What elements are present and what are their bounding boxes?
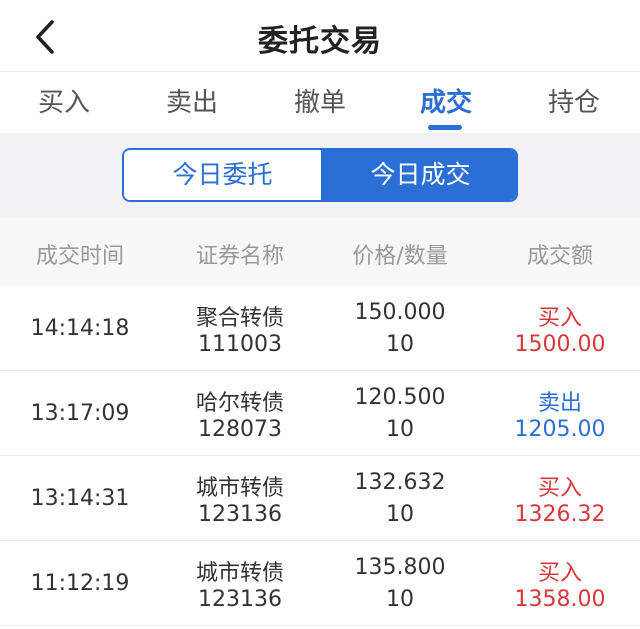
row-side: 买入 [537, 306, 582, 331]
page-title: 委托交易 [258, 24, 382, 59]
row-security-code: 128073 [198, 417, 282, 442]
trade-tabs: 买入 卖出 撤单 成交 持仓 [0, 73, 640, 133]
row-price: 132.632 [354, 470, 446, 495]
back-button[interactable] [28, 16, 64, 58]
row-price: 150.000 [354, 300, 446, 325]
row-side: 买入 [537, 476, 582, 501]
row-security-name: 哈尔转债 [195, 391, 284, 416]
row-time: 11:12:19 [30, 571, 130, 596]
segment-today-orders[interactable]: 今日委托 [124, 150, 321, 200]
row-price: 120.500 [354, 385, 446, 410]
tab-deals[interactable]: 成交 [396, 85, 496, 125]
active-tab-indicator [428, 125, 462, 130]
row-quantity: 10 [386, 587, 414, 612]
table-row[interactable]: 13:17:09 哈尔转债 128073 120.500 10 卖出 1205.… [0, 371, 640, 456]
row-security-code: 123136 [198, 502, 282, 527]
row-time: 13:17:09 [30, 401, 130, 426]
row-side: 卖出 [537, 391, 582, 416]
row-security-code: 111003 [198, 332, 282, 357]
row-time: 14:14:18 [30, 316, 130, 341]
column-header-name: 证券名称 [195, 244, 284, 269]
row-security-name: 城市转债 [195, 476, 284, 501]
nav-bar: 委托交易 [0, 0, 640, 72]
row-price: 135.800 [354, 555, 446, 580]
tab-positions[interactable]: 持仓 [524, 85, 624, 125]
column-header-amount: 成交额 [526, 244, 593, 269]
row-security-code: 123136 [198, 587, 282, 612]
row-quantity: 10 [386, 417, 414, 442]
tab-cancel[interactable]: 撤单 [270, 85, 370, 125]
row-amount: 1358.00 [514, 587, 606, 612]
table-header: 成交时间 证券名称 价格/数量 成交额 [0, 218, 640, 286]
table-row[interactable]: 11:12:19 城市转债 123136 135.800 10 买入 1358.… [0, 541, 640, 626]
column-header-price-qty: 价格/数量 [352, 244, 448, 269]
segment-today-deals[interactable]: 今日成交 [321, 150, 516, 200]
table-row[interactable]: 14:14:18 聚合转债 111003 150.000 10 买入 1500.… [0, 286, 640, 371]
row-amount: 1326.32 [514, 502, 606, 527]
column-header-time: 成交时间 [35, 244, 124, 269]
row-time: 13:14:31 [30, 486, 130, 511]
chevron-left-icon [36, 20, 54, 54]
tab-sell[interactable]: 卖出 [142, 85, 242, 125]
row-security-name: 城市转债 [195, 561, 284, 586]
row-quantity: 10 [386, 502, 414, 527]
day-segment-control: 今日委托 今日成交 [122, 148, 518, 202]
row-security-name: 聚合转债 [195, 306, 284, 331]
trade-page: 委托交易 买入 卖出 撤单 成交 持仓 今日委托 今日成交 成交时间 证券名称 … [0, 0, 640, 629]
segment-band: 今日委托 今日成交 [0, 133, 640, 218]
table-row[interactable]: 13:14:31 城市转债 123136 132.632 10 买入 1326.… [0, 456, 640, 541]
tab-buy[interactable]: 买入 [14, 85, 114, 125]
row-quantity: 10 [386, 332, 414, 357]
row-side: 买入 [537, 561, 582, 586]
row-amount: 1205.00 [514, 417, 606, 442]
row-amount: 1500.00 [514, 332, 606, 357]
